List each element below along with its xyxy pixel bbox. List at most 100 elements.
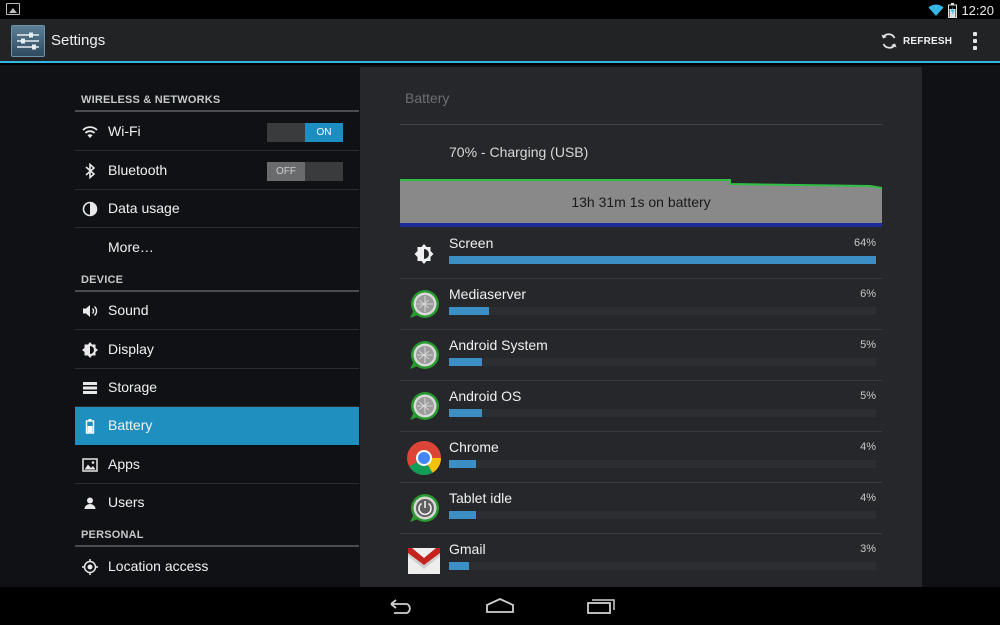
usage-bar	[449, 460, 476, 468]
usage-name: Screen	[449, 235, 494, 251]
settings-content: WIRELESS & NETWORKS Wi-Fi ON Bluetooth O…	[0, 65, 1000, 587]
list-item[interactable]: Android System 5%	[400, 330, 882, 381]
toggle-state: OFF	[267, 162, 305, 181]
usage-bar-track	[449, 562, 876, 570]
list-item[interactable]: Mediaserver 6%	[400, 279, 882, 330]
usage-bar-track	[449, 256, 876, 264]
pane-title: Battery	[405, 90, 450, 106]
overflow-menu-button[interactable]	[966, 29, 984, 53]
overflow-dot	[973, 46, 977, 50]
usage-percent: 64%	[853, 237, 876, 249]
battery-level-line	[400, 179, 882, 189]
usage-percent: 3%	[860, 543, 876, 555]
status-bar: 12:20	[0, 0, 1000, 19]
sidebar-item-label: Bluetooth	[108, 162, 168, 178]
usage-name: Android System	[449, 337, 548, 353]
recent-apps-button[interactable]	[586, 596, 616, 616]
sidebar-item-label: Sound	[108, 302, 149, 318]
usage-bar-track	[449, 460, 876, 468]
list-item[interactable]: Android OS 5%	[400, 381, 882, 432]
brightness-icon	[82, 342, 98, 358]
sidebar-item-label: More…	[108, 239, 154, 255]
home-icon	[486, 598, 514, 613]
sidebar-item-wifi[interactable]: Wi-Fi ON	[75, 113, 359, 151]
sidebar-item-label: Data usage	[108, 200, 180, 216]
sidebar-item-label: Display	[108, 341, 154, 357]
battery-history-graph[interactable]: 13h 31m 1s on battery	[400, 179, 882, 227]
overflow-dot	[973, 32, 977, 36]
sidebar-item-display[interactable]: Display	[75, 331, 359, 369]
overflow-dot	[973, 39, 977, 43]
sidebar-item-data-usage[interactable]: Data usage	[75, 190, 359, 228]
list-item[interactable]: Tablet idle 4%	[400, 483, 882, 534]
section-header-wireless: WIRELESS & NETWORKS	[75, 88, 359, 112]
usage-percent: 6%	[860, 288, 876, 300]
charging-indicator-bar	[400, 223, 882, 227]
action-bar: Settings REFRESH	[0, 19, 1000, 63]
usage-bar-track	[449, 307, 876, 315]
battery-detail-pane: Battery 70% - Charging (USB) 13h 31m 1s …	[360, 67, 922, 587]
speaker-icon	[83, 305, 98, 317]
sidebar-item-label: Wi-Fi	[108, 123, 141, 139]
storage-icon	[83, 382, 97, 394]
data-usage-icon	[82, 201, 98, 217]
usage-bar	[449, 409, 483, 417]
list-item[interactable]: Chrome 4%	[400, 432, 882, 483]
settings-headers-list[interactable]: WIRELESS & NETWORKS Wi-Fi ON Bluetooth O…	[75, 65, 359, 587]
wifi-signal-icon	[928, 4, 944, 16]
sidebar-item-sound[interactable]: Sound	[75, 292, 359, 330]
home-button[interactable]	[485, 596, 515, 616]
toggle-state: ON	[305, 123, 343, 142]
user-icon	[84, 497, 96, 509]
sliders-icon	[17, 32, 39, 50]
settings-app-icon[interactable]	[11, 25, 45, 57]
sidebar-item-label: Storage	[108, 379, 158, 395]
recent-apps-icon	[587, 599, 615, 614]
usage-name: Gmail	[449, 541, 486, 557]
status-indicators: 12:20	[928, 1, 994, 19]
usage-bar	[449, 307, 490, 315]
list-item[interactable]: Gmail 3%	[400, 534, 882, 585]
battery-charging-icon	[948, 2, 958, 18]
section-header-device: DEVICE	[75, 268, 359, 292]
sidebar-item-label: Apps	[108, 456, 140, 472]
sidebar-item-storage[interactable]: Storage	[75, 369, 359, 407]
sidebar-item-battery[interactable]: Battery	[75, 407, 359, 445]
wifi-toggle[interactable]: ON	[267, 123, 343, 142]
back-icon	[390, 599, 411, 614]
battery-status-text: 70% - Charging (USB)	[449, 144, 589, 160]
app-title: Settings	[51, 32, 106, 49]
gmail-icon	[408, 548, 440, 574]
sidebar-item-bluetooth[interactable]: Bluetooth OFF	[75, 152, 359, 190]
list-item[interactable]: Screen 64%	[400, 228, 882, 279]
sidebar-item-label: Users	[108, 494, 145, 510]
power-idle-icon	[410, 494, 439, 522]
back-button[interactable]	[385, 596, 415, 616]
usage-bar	[449, 562, 470, 570]
usage-name: Android OS	[449, 388, 522, 404]
usage-bar-track	[449, 358, 876, 366]
usage-name: Mediaserver	[449, 286, 527, 302]
divider	[400, 124, 882, 125]
android-process-icon	[410, 341, 439, 369]
usage-percent: 4%	[860, 492, 876, 504]
sidebar-item-users[interactable]: Users	[75, 484, 359, 522]
location-icon	[82, 559, 98, 575]
usage-percent: 5%	[860, 390, 876, 402]
sidebar-item-apps[interactable]: Apps	[75, 446, 359, 484]
system-navigation-bar	[0, 587, 1000, 625]
sidebar-item-more[interactable]: More…	[75, 229, 359, 267]
section-header-label: PERSONAL	[81, 529, 144, 541]
battery-icon	[85, 419, 95, 434]
sidebar-item-location[interactable]: Location access	[75, 548, 359, 586]
sidebar-item-label: Battery	[108, 417, 153, 433]
usage-bar	[449, 511, 476, 519]
refresh-button[interactable]: REFRESH	[880, 29, 952, 53]
bluetooth-icon	[85, 162, 96, 180]
sidebar-item-label: Location access	[108, 558, 209, 574]
bluetooth-toggle[interactable]: OFF	[267, 162, 343, 181]
section-header-label: DEVICE	[81, 274, 124, 286]
usage-percent: 5%	[860, 339, 876, 351]
section-header-label: WIRELESS & NETWORKS	[81, 94, 221, 106]
clock: 12:20	[961, 2, 994, 18]
